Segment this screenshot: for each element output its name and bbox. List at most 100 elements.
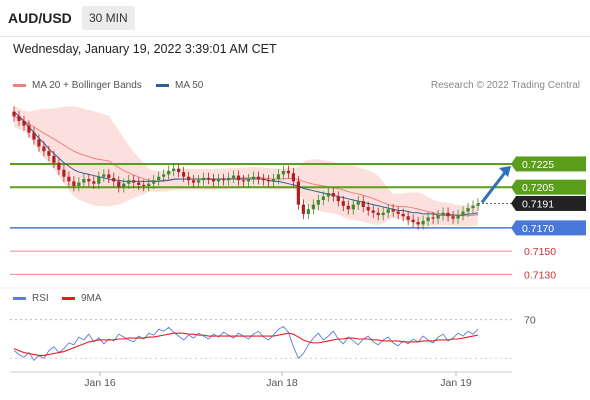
candle-body [206, 177, 211, 180]
candle-body [441, 212, 445, 216]
x-tick-label: Jan 19 [440, 377, 472, 389]
forecast-arrow-head [499, 165, 511, 177]
candle-body [47, 151, 51, 156]
candle-body [251, 176, 256, 180]
candle-body [72, 181, 76, 187]
candle-body [152, 180, 156, 184]
candle-body [401, 213, 405, 217]
candle-body [177, 168, 181, 173]
candle-body [27, 125, 31, 133]
candle-body [276, 174, 281, 180]
candle-body [197, 180, 201, 183]
candle-body [42, 146, 46, 152]
candle-body [172, 168, 176, 171]
candle-body [331, 193, 335, 197]
x-tick-label: Jan 18 [266, 377, 298, 389]
level-value: 0.7150 [524, 246, 556, 258]
candle-body [426, 217, 430, 221]
candle-body [451, 216, 455, 219]
candle-body [286, 170, 291, 174]
candle-body [291, 173, 295, 182]
candle-body [142, 184, 146, 187]
candle-body [37, 139, 41, 147]
bollinger-band [14, 105, 478, 227]
price-chart[interactable]: 0.7225 0.7205 0.7191 0.7170 0.7150 0.7130 70 Ja… [0, 0, 590, 400]
candle-body [376, 212, 380, 216]
candle-body [62, 169, 66, 177]
candle-body [446, 212, 450, 217]
level-value: 0.7225 [522, 159, 554, 171]
candle-body [296, 181, 300, 205]
candle-body [122, 183, 126, 188]
candle-body [366, 206, 370, 211]
candle-body [476, 203, 480, 206]
candle-body [316, 199, 320, 205]
candle-body [67, 176, 71, 182]
candle-body [216, 179, 221, 182]
level-value: 0.7170 [522, 223, 554, 235]
candle-body [351, 204, 355, 210]
x-tick-label: Jan 16 [84, 377, 116, 389]
candle-body [107, 174, 111, 178]
candle-body [391, 209, 395, 212]
candle-body [461, 211, 465, 216]
level-badge-pointer [511, 179, 516, 195]
candle-body [321, 196, 325, 200]
candle-body [112, 177, 116, 182]
candle-body [157, 176, 161, 181]
candle-body [231, 175, 236, 178]
candle-body [52, 155, 56, 163]
level-label-0.7205: 0.7205 [511, 179, 586, 195]
candle-body [221, 179, 226, 181]
candle-body [22, 120, 26, 126]
level-value: 0.7205 [522, 182, 554, 194]
level-badge-pointer [511, 156, 516, 172]
candle-body [127, 180, 131, 184]
level-label-0.7150: 0.7150 [524, 246, 556, 258]
candle-body [431, 217, 435, 219]
candle-body [266, 180, 271, 182]
level-badge-pointer [511, 220, 516, 236]
candle-body [82, 179, 86, 183]
candle-body [147, 183, 151, 187]
candle-body [12, 111, 16, 117]
level-label-0.7130: 0.7130 [524, 269, 556, 281]
candle-body [137, 182, 141, 185]
candle-body [132, 180, 136, 183]
candle-body [57, 162, 61, 170]
candle-body [406, 216, 410, 220]
level-label-0.7225: 0.7225 [511, 156, 586, 172]
candle-body [471, 205, 475, 209]
level-value: 0.7130 [524, 269, 556, 281]
level-badge-pointer [511, 195, 516, 211]
candle-body [87, 179, 91, 182]
candle-body [336, 196, 340, 202]
candle-body [341, 201, 345, 206]
candle-body [261, 179, 266, 181]
rsi-tick-label: 70 [524, 315, 536, 327]
candle-body [256, 176, 261, 180]
candle-body [421, 220, 425, 225]
candle-body [271, 179, 276, 182]
rsi-series-9ma [13, 332, 479, 356]
candle-body [456, 215, 460, 219]
candle-body [386, 209, 390, 213]
candle-body [246, 179, 251, 182]
candle-body [192, 180, 196, 183]
level-label-0.7170: 0.7170 [511, 220, 586, 236]
candle-body [281, 170, 286, 175]
candle-body [416, 222, 420, 225]
candle-body [102, 174, 106, 177]
candle-body [182, 172, 186, 177]
candle-body [201, 177, 206, 181]
candle-body [326, 193, 330, 197]
candle [301, 199, 305, 220]
candle-body [371, 210, 375, 213]
candle-body [117, 181, 121, 188]
candle-body [311, 204, 315, 210]
candle-body [226, 177, 231, 181]
candle-body [356, 201, 360, 205]
candle-body [32, 132, 36, 140]
candle-body [396, 211, 400, 214]
candle-body [361, 201, 365, 207]
